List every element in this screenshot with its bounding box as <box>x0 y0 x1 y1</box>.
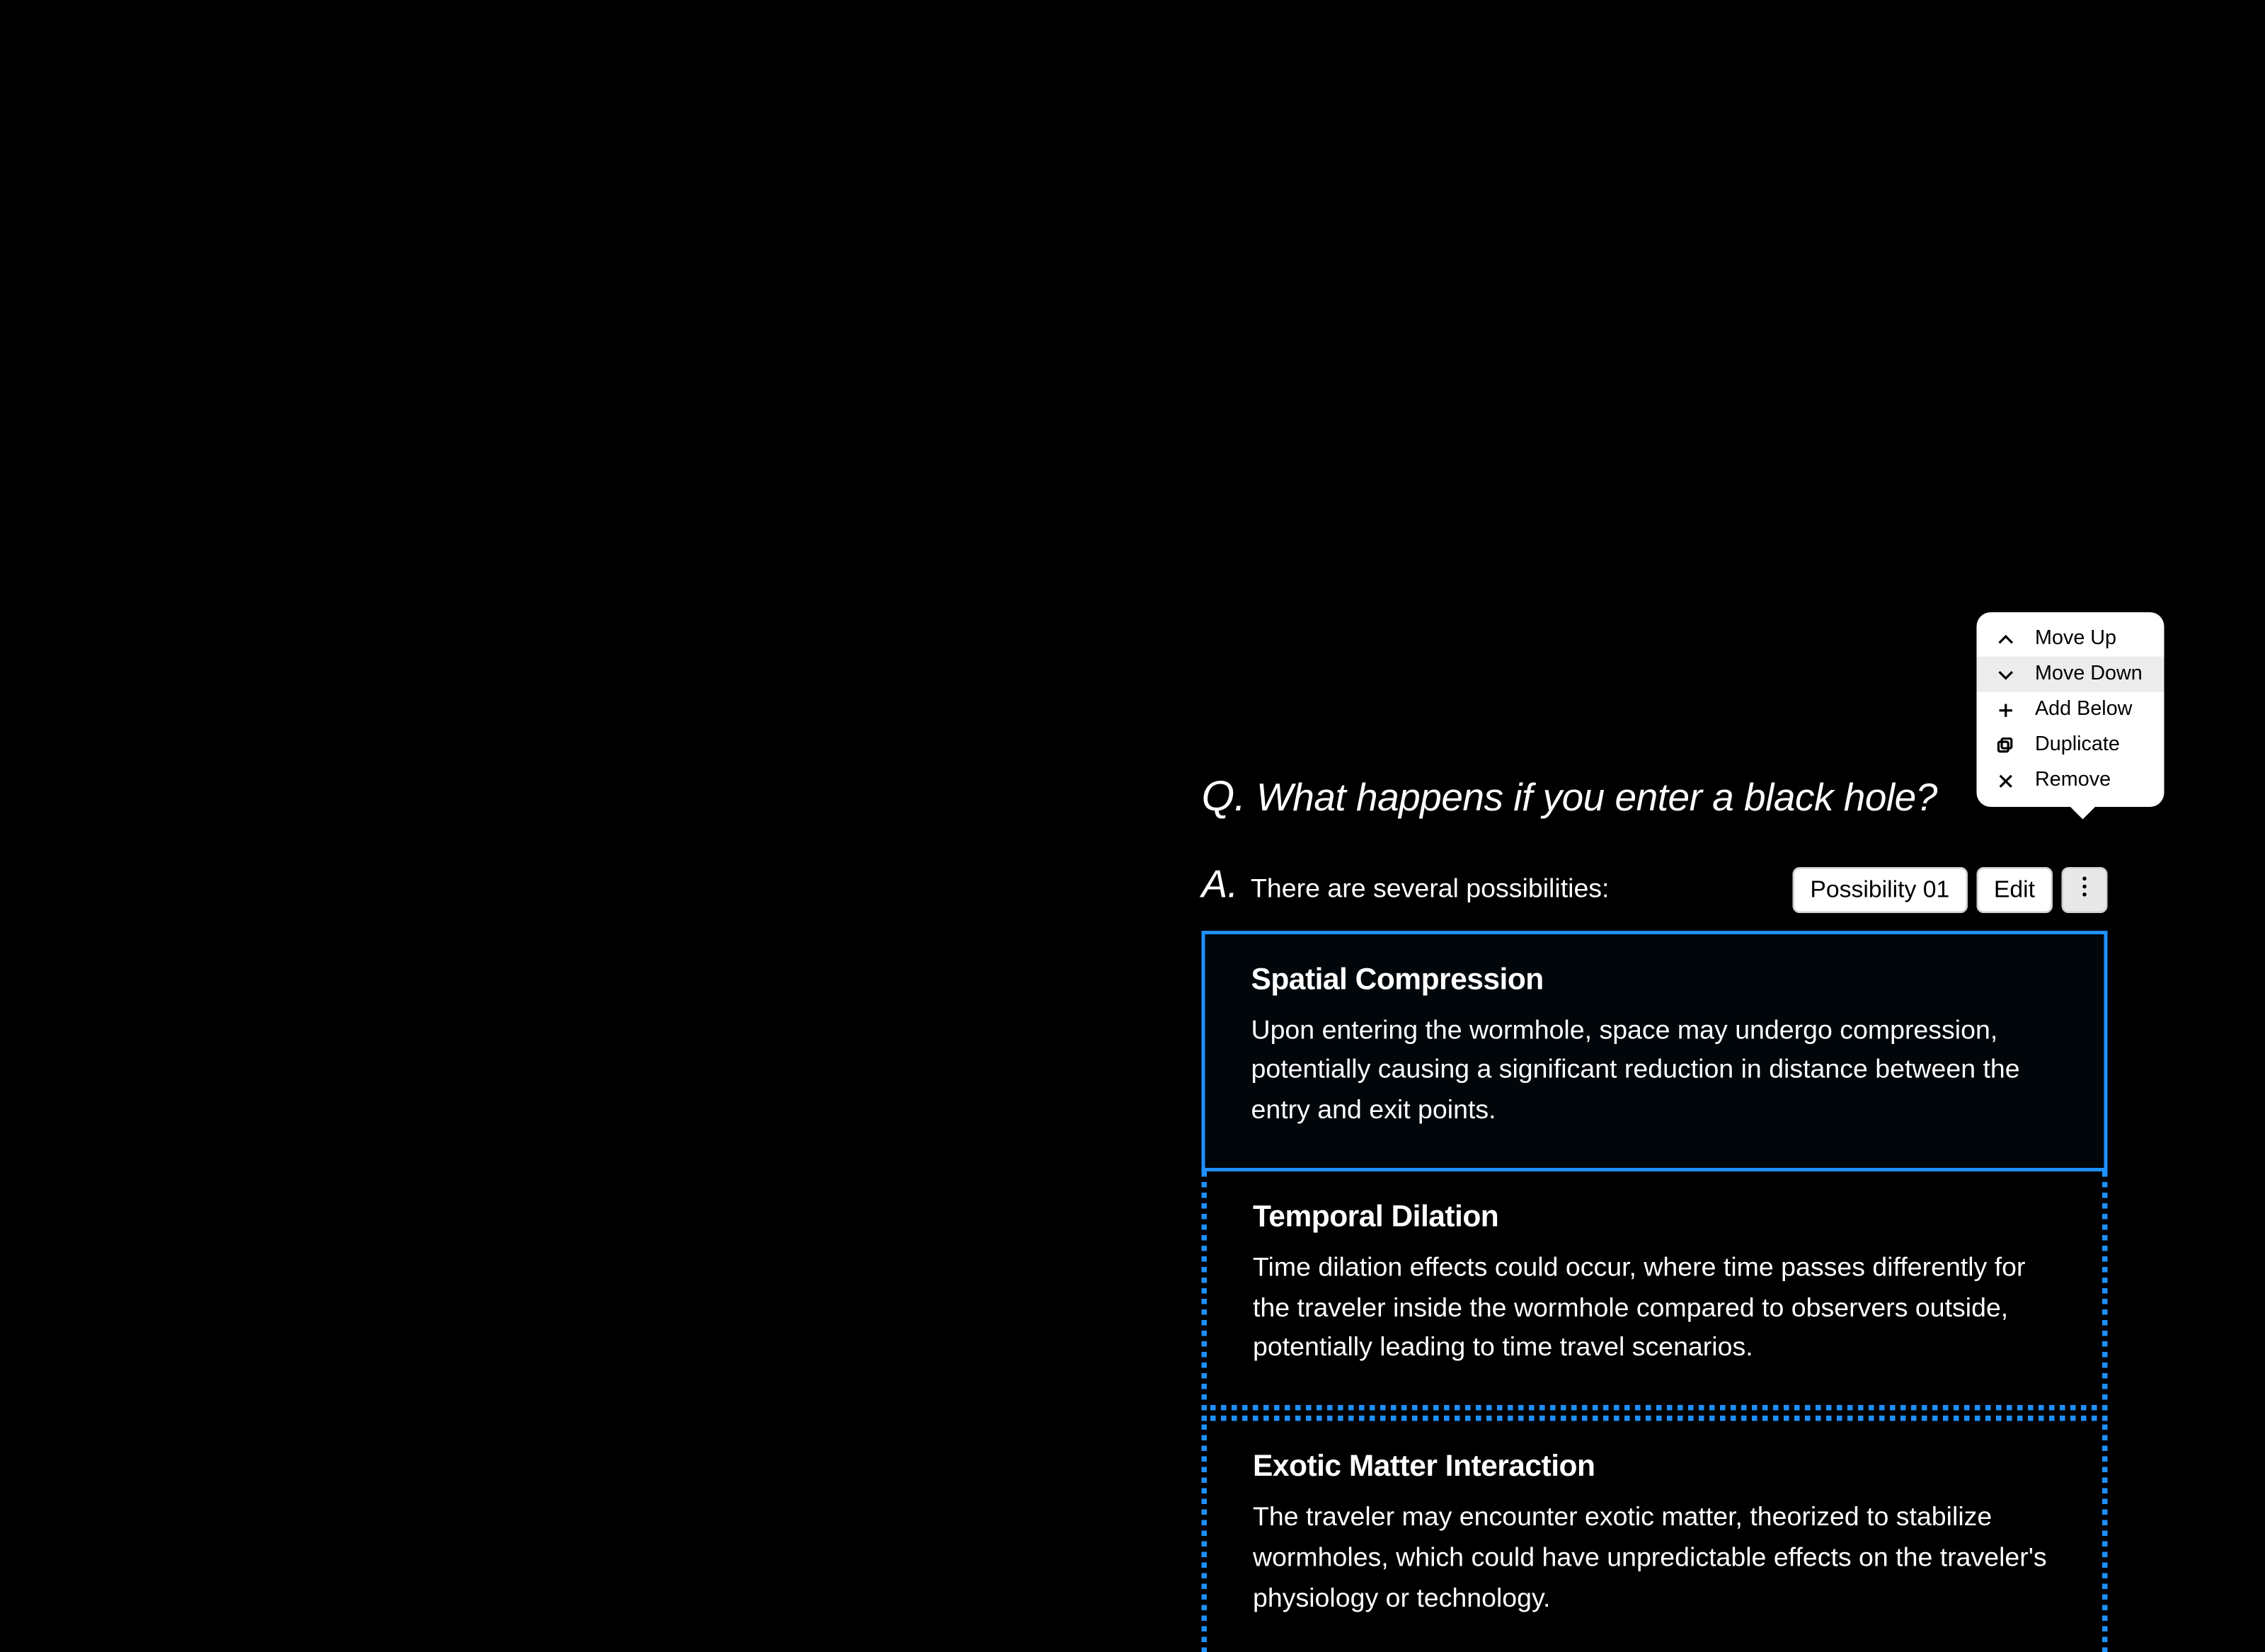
menu-item-label: Remove <box>2035 770 2111 791</box>
menu-item-remove[interactable]: Remove <box>1977 763 2164 798</box>
edit-button[interactable]: Edit <box>1976 866 2053 912</box>
more-actions-button[interactable] <box>2062 866 2108 912</box>
possibility-card[interactable]: Temporal Dilation Time dilation effects … <box>1202 1171 2108 1411</box>
menu-item-move-up[interactable]: Move Up <box>1977 621 2164 657</box>
possibility-card-selected[interactable]: Spatial Compression Upon entering the wo… <box>1202 930 2108 1171</box>
menu-item-label: Move Up <box>2035 629 2116 650</box>
possibility-list: Spatial Compression Upon entering the wo… <box>1202 930 2108 1652</box>
close-icon <box>1995 770 2016 791</box>
menu-item-label: Duplicate <box>2035 735 2120 756</box>
question-row: Q. What happens if you enter a black hol… <box>1202 774 2108 823</box>
card-title: Exotic Matter Interaction <box>1253 1450 2056 1485</box>
menu-item-label: Move Down <box>2035 664 2143 685</box>
menu-item-add-below[interactable]: Add Below <box>1977 692 2164 728</box>
card-body: The traveler may encounter exotic matter… <box>1253 1499 2056 1620</box>
question-prefix: Q. <box>1202 774 1246 823</box>
possibility-badge[interactable]: Possibility 01 <box>1792 866 1967 912</box>
card-controls: Possibility 01 Edit <box>1792 866 2107 912</box>
answer-intro: There are several possibilities: <box>1251 874 1609 905</box>
duplicate-icon <box>1995 735 2016 756</box>
possibility-card[interactable]: Exotic Matter Interaction The traveler m… <box>1202 1416 2108 1652</box>
plus-icon <box>1995 699 2016 721</box>
chevron-up-icon <box>1995 629 2016 650</box>
card-body: Time dilation effects could occur, where… <box>1253 1249 2056 1370</box>
answer-header: A. There are several possibilities: Poss… <box>1202 862 2108 912</box>
card-title: Temporal Dilation <box>1253 1200 2056 1235</box>
qa-block: Q. What happens if you enter a black hol… <box>1202 774 2108 1652</box>
chevron-down-icon <box>1995 664 2016 685</box>
card-title: Spatial Compression <box>1251 962 2058 997</box>
card-action-popover: Move Up Move Down Add Below Duplicate Re… <box>1977 612 2164 807</box>
question-text: What happens if you enter a black hole? <box>1256 775 1937 821</box>
menu-item-duplicate[interactable]: Duplicate <box>1977 728 2164 763</box>
more-vert-icon <box>2074 874 2095 905</box>
card-body: Upon entering the wormhole, space may un… <box>1251 1011 2058 1132</box>
answer-prefix: A. <box>1202 862 1239 908</box>
menu-item-move-down[interactable]: Move Down <box>1977 657 2164 692</box>
menu-item-label: Add Below <box>2035 699 2132 721</box>
